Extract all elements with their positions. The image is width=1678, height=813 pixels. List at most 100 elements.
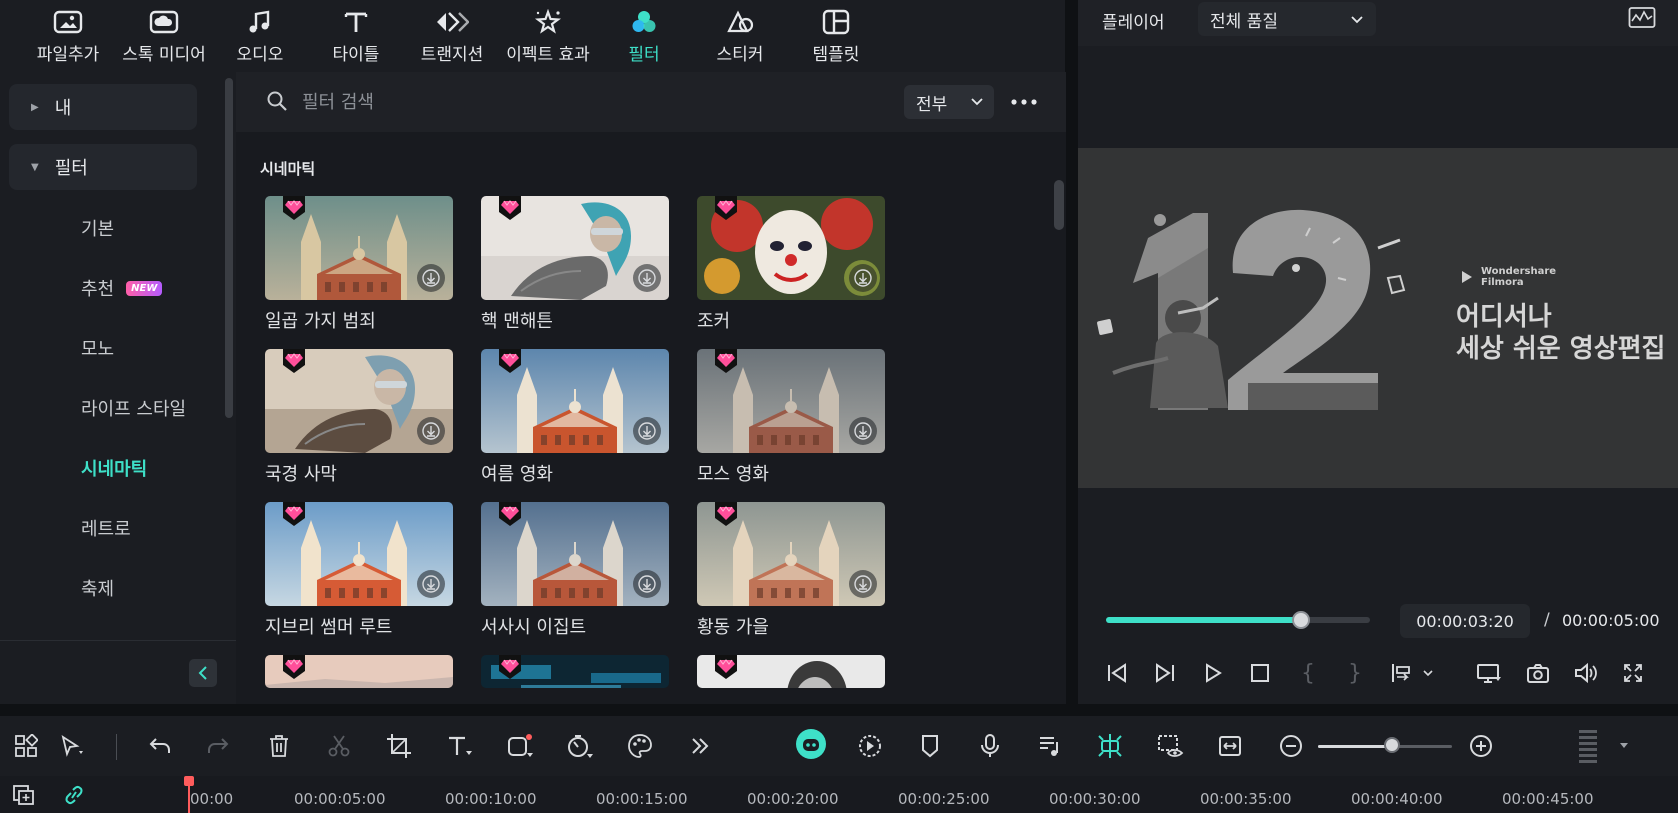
- tool-stickers[interactable]: 스티커: [692, 0, 788, 72]
- prev-frame-button[interactable]: [1102, 658, 1132, 688]
- sidebar-item-retro[interactable]: 레트로: [81, 515, 131, 541]
- download-button[interactable]: [849, 570, 877, 598]
- split-button[interactable]: [323, 730, 355, 762]
- filter-card[interactable]: 국경 사막: [265, 349, 453, 486]
- stop-button[interactable]: [1245, 658, 1275, 688]
- filter-thumbnail[interactable]: [265, 349, 453, 453]
- tool-titles[interactable]: 타이틀: [308, 0, 404, 72]
- undo-button[interactable]: [144, 730, 176, 762]
- mark-in-button[interactable]: {: [1293, 658, 1323, 688]
- collapse-sidebar-button[interactable]: [189, 659, 217, 687]
- filter-card[interactable]: [481, 655, 669, 688]
- quality-dropdown[interactable]: 전체 품질: [1198, 2, 1376, 36]
- track-options-dropdown[interactable]: [1608, 730, 1640, 762]
- download-button[interactable]: [633, 570, 661, 598]
- mark-out-button[interactable]: }: [1340, 658, 1370, 688]
- timeline-ruler[interactable]: 00:00 00:00:05:00 00:00:10:00 00:00:15:00 00…: [0, 776, 1678, 813]
- filter-card[interactable]: 핵 맨해튼: [481, 196, 669, 333]
- tool-import-media[interactable]: 파일추가: [20, 0, 116, 72]
- playhead-handle[interactable]: [184, 776, 194, 786]
- delete-button[interactable]: [263, 730, 295, 762]
- speed-button[interactable]: [564, 730, 596, 762]
- more-options-button[interactable]: [1006, 86, 1042, 118]
- filter-card[interactable]: 서사시 이집트: [481, 502, 669, 639]
- preview-quality-button[interactable]: [1154, 730, 1186, 762]
- filter-thumbnail[interactable]: [481, 196, 669, 300]
- tool-stock-media[interactable]: 스톡 미디어: [116, 0, 212, 72]
- filter-thumbnail[interactable]: [697, 196, 885, 300]
- download-button[interactable]: [417, 264, 445, 292]
- download-button[interactable]: [633, 417, 661, 445]
- download-button[interactable]: [633, 264, 661, 292]
- progress-knob[interactable]: [1292, 611, 1311, 629]
- tool-audio[interactable]: 오디오: [212, 0, 308, 72]
- filter-thumbnail[interactable]: [697, 502, 885, 606]
- fullscreen-button[interactable]: [1618, 658, 1648, 688]
- fit-timeline-button[interactable]: [1214, 730, 1246, 762]
- sidebar-item-festival[interactable]: 축제: [81, 575, 114, 601]
- insert-options-dropdown[interactable]: [1418, 658, 1438, 688]
- filter-thumbnail[interactable]: [481, 655, 669, 688]
- zoom-slider-knob[interactable]: [1383, 737, 1400, 753]
- sidebar-group-filters[interactable]: ▼ 필터: [9, 144, 197, 190]
- filter-card[interactable]: [697, 655, 885, 688]
- sidebar-item-lifestyle[interactable]: 라이프 스타일: [81, 395, 186, 421]
- filter-thumbnail[interactable]: [481, 502, 669, 606]
- audio-list-button[interactable]: [1034, 730, 1066, 762]
- next-frame-button[interactable]: [1150, 658, 1180, 688]
- link-icon[interactable]: [62, 784, 86, 810]
- ai-copilot-button[interactable]: [796, 729, 826, 759]
- playback-progress[interactable]: [1106, 611, 1370, 629]
- download-button[interactable]: [849, 264, 877, 292]
- track-options-button[interactable]: [1572, 730, 1604, 763]
- download-button[interactable]: [849, 417, 877, 445]
- render-preview-button[interactable]: [854, 730, 886, 762]
- play-button[interactable]: [1198, 658, 1228, 688]
- sidebar-item-cinematic[interactable]: 시네마틱: [81, 455, 147, 481]
- display-settings-button[interactable]: [1474, 658, 1504, 688]
- snap-button[interactable]: [1094, 730, 1126, 762]
- current-timecode[interactable]: 00:00:03:20: [1400, 604, 1530, 638]
- filter-thumbnail[interactable]: [265, 502, 453, 606]
- search-input[interactable]: [302, 86, 862, 118]
- sidebar-item-mono[interactable]: 모노: [81, 335, 114, 361]
- filter-card[interactable]: [265, 655, 453, 688]
- more-tools-button[interactable]: [684, 730, 716, 762]
- select-tool-button[interactable]: [56, 730, 88, 762]
- sidebar-item-basic[interactable]: 기본: [81, 215, 114, 241]
- zoom-in-button[interactable]: [1465, 730, 1497, 762]
- waveform-monitor-icon[interactable]: [1628, 6, 1656, 30]
- filter-thumbnail[interactable]: [265, 196, 453, 300]
- crop-button[interactable]: [383, 730, 415, 762]
- sidebar-item-recommended[interactable]: 추천 NEW: [81, 275, 163, 301]
- filter-card[interactable]: 일곱 가지 범죄: [265, 196, 453, 333]
- sidebar-scrollbar[interactable]: [225, 78, 233, 418]
- layout-button[interactable]: [10, 730, 42, 762]
- grid-scrollbar[interactable]: [1054, 180, 1064, 230]
- filter-thumbnail[interactable]: [265, 655, 453, 688]
- color-button[interactable]: [624, 730, 656, 762]
- filter-thumbnail[interactable]: [697, 349, 885, 453]
- text-button[interactable]: [444, 730, 476, 762]
- download-button[interactable]: [417, 417, 445, 445]
- filter-scope-dropdown[interactable]: 전부: [904, 85, 994, 119]
- marker-button[interactable]: [914, 730, 946, 762]
- filter-thumbnail[interactable]: [481, 349, 669, 453]
- tool-transitions[interactable]: 트랜지션: [404, 0, 500, 72]
- filter-card[interactable]: 지브리 썸머 루트: [265, 502, 453, 639]
- zoom-out-button[interactable]: [1275, 730, 1307, 762]
- tool-templates[interactable]: 템플릿: [788, 0, 884, 72]
- filter-card[interactable]: 모스 영화: [697, 349, 885, 486]
- filter-card[interactable]: 황동 가을: [697, 502, 885, 639]
- filter-card[interactable]: 조커: [697, 196, 885, 333]
- voiceover-button[interactable]: [974, 730, 1006, 762]
- tool-filters[interactable]: 필터: [596, 0, 692, 72]
- insert-options-button[interactable]: [1386, 658, 1416, 688]
- filter-thumbnail[interactable]: [697, 655, 885, 688]
- preview-viewer[interactable]: Wondershare Filmora 어디서나 세상 쉬운 영상편집: [1078, 148, 1678, 488]
- sidebar-group-mine[interactable]: ▶ 내: [9, 84, 197, 130]
- filter-card[interactable]: 여름 영화: [481, 349, 669, 486]
- tool-effects[interactable]: 이펙트 효과: [500, 0, 596, 72]
- redo-button[interactable]: [202, 730, 234, 762]
- snapshot-button[interactable]: [1523, 658, 1553, 688]
